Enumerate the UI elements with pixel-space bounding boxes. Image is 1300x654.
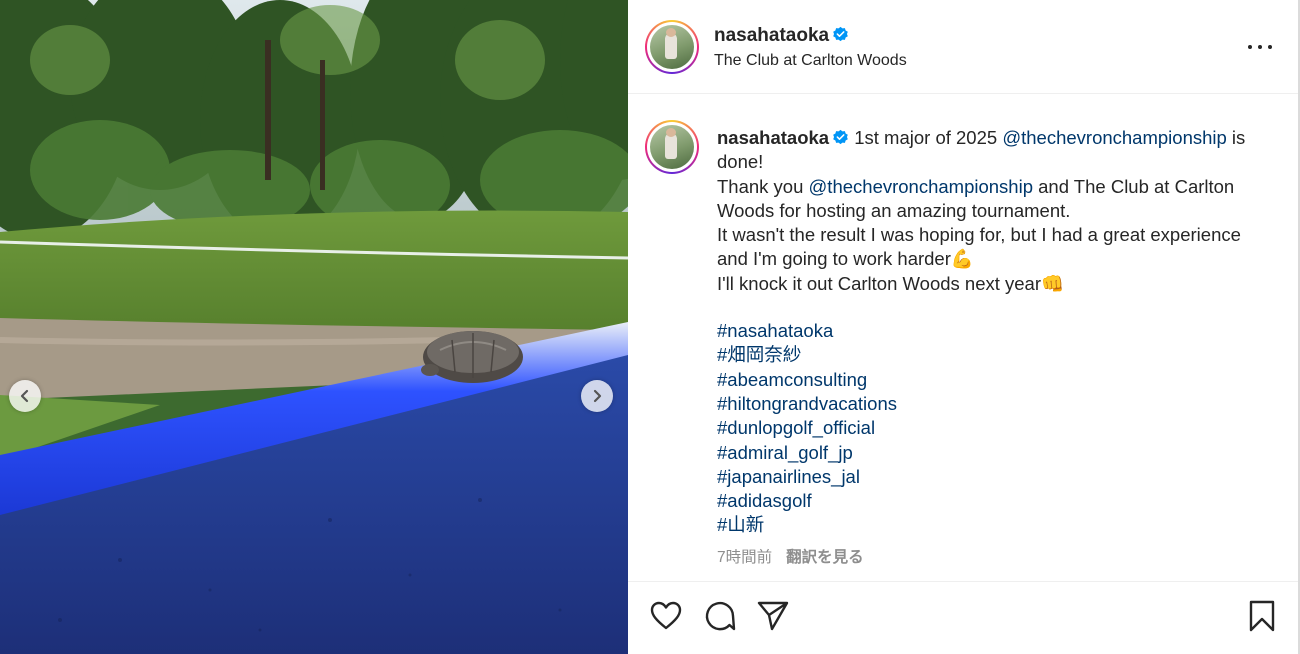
post-photo (0, 0, 628, 654)
hashtag-link[interactable]: #畑岡奈紗 (717, 343, 1257, 367)
caption-line-2: Thank you @thechevronchampionship and Th… (717, 175, 1257, 224)
post-actions-bar (628, 581, 1298, 654)
author-username[interactable]: nasahataoka (714, 25, 849, 47)
mention-link[interactable]: @thechevronchampionship (809, 176, 1033, 197)
heart-icon (650, 601, 682, 630)
caption-author-avatar[interactable] (645, 120, 699, 174)
hashtag-link[interactable]: #dunlopgolf_official (717, 416, 1257, 440)
like-button[interactable] (648, 598, 684, 634)
bookmark-icon (1249, 600, 1275, 632)
caption-text: Thank you (717, 175, 809, 197)
caption-username[interactable]: nasahataoka (717, 127, 829, 148)
see-translation-button[interactable]: 翻訳を見る (786, 549, 864, 566)
verified-badge-icon (833, 129, 848, 145)
send-icon (757, 601, 789, 631)
chevron-left-icon (20, 389, 29, 403)
hashtag-link[interactable]: #japanairlines_jal (717, 465, 1257, 489)
share-button[interactable] (755, 598, 791, 634)
more-horizontal-icon (1248, 45, 1252, 49)
author-avatar[interactable] (645, 20, 699, 74)
verified-badge-icon (833, 26, 848, 42)
chevron-right-icon (593, 389, 602, 403)
hashtag-link[interactable]: #abeamconsulting (717, 368, 1257, 392)
author-username-text[interactable]: nasahataoka (714, 25, 829, 46)
caption-meta: 7時間前 翻訳を見る (717, 545, 864, 567)
hashtag-link[interactable]: #hiltongrandvacations (717, 392, 1257, 416)
post-location[interactable]: The Club at Carlton Woods (714, 52, 907, 70)
hashtag-link[interactable]: #nasahataoka (717, 319, 1257, 343)
caption-line-1: nasahataoka 1st major of 2025 @thechevro… (717, 126, 1257, 175)
save-button[interactable] (1244, 598, 1280, 634)
post-timestamp[interactable]: 7時間前 (717, 549, 772, 566)
hashtag-link[interactable]: #山新 (717, 513, 1257, 537)
more-options-button[interactable] (1248, 38, 1272, 56)
hashtag-link[interactable]: #adidasgolf (717, 489, 1257, 513)
post-header: nasahataoka The Club at Carlton Woods (628, 0, 1298, 94)
post-details-panel: nasahataoka The Club at Carlton Woods na… (628, 0, 1298, 654)
caption-line-4: I'll knock it out Carlton Woods next yea… (717, 272, 1065, 294)
comment-button[interactable] (702, 598, 738, 634)
next-media-button[interactable] (581, 380, 613, 412)
mention-link[interactable]: @thechevronchampionship (1002, 127, 1226, 148)
post-caption: nasahataoka 1st major of 2025 @thechevro… (717, 126, 1257, 538)
post-media[interactable] (0, 0, 628, 654)
previous-media-button[interactable] (9, 380, 41, 412)
comment-icon (705, 601, 736, 631)
caption-line-3: It wasn't the result I was hoping for, b… (717, 224, 1241, 270)
hashtag-link[interactable]: #admiral_golf_jp (717, 441, 1257, 465)
caption-text: 1st major of 2025 (849, 127, 1003, 148)
